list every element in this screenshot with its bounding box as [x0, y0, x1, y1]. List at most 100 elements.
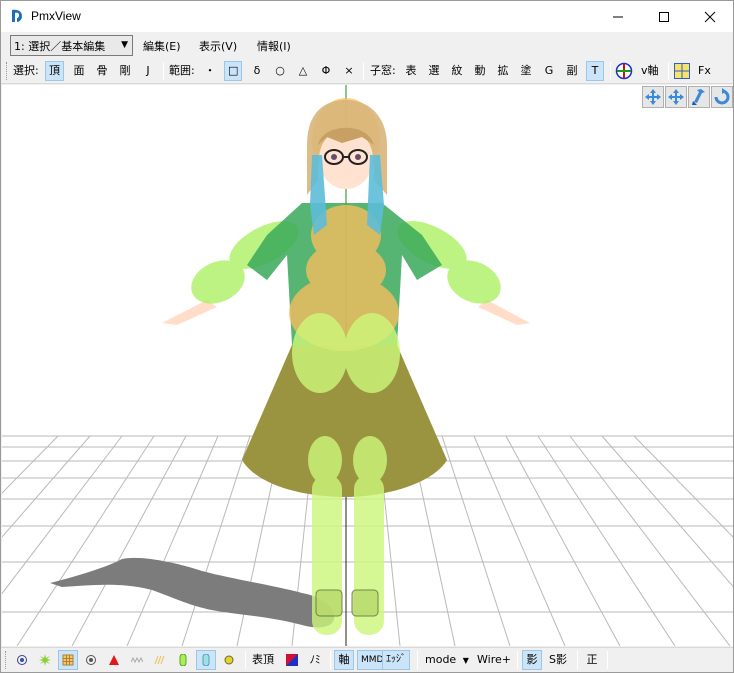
- child-crest-button[interactable]: 紋: [448, 61, 466, 81]
- toolbar-grip[interactable]: [5, 651, 8, 669]
- child-move-button[interactable]: 動: [471, 61, 489, 81]
- show-bone-button[interactable]: [81, 650, 101, 670]
- show-rigid-button[interactable]: [173, 650, 193, 670]
- select-joint-button[interactable]: J: [139, 61, 157, 81]
- bone-dot-icon: [86, 655, 96, 665]
- model-arm-left: [162, 300, 217, 325]
- select-face-button[interactable]: 面: [70, 61, 88, 81]
- wire-button[interactable]: Wire+: [474, 650, 514, 670]
- range-clear-button[interactable]: ×: [340, 61, 358, 81]
- app-icon: [12, 9, 22, 22]
- shadow-button[interactable]: 影: [522, 650, 542, 670]
- rotate-icon: [714, 88, 730, 105]
- chevron-down-icon: ▼: [462, 656, 469, 665]
- range-triangle-button[interactable]: △: [294, 61, 312, 81]
- toolbar-separator: [577, 651, 578, 669]
- range-label: 範囲:: [169, 64, 195, 77]
- wave-icon: [130, 656, 144, 664]
- show-mesh-button[interactable]: [58, 650, 78, 670]
- show-joint-button[interactable]: [196, 650, 216, 670]
- 3d-viewport[interactable]: [2, 85, 733, 646]
- toolbar-separator: [417, 651, 418, 669]
- toolbar-separator: [517, 651, 518, 669]
- model-arm-right: [478, 300, 530, 325]
- child-paint-button[interactable]: 塗: [517, 61, 535, 81]
- select-rigid-button[interactable]: 剛: [116, 61, 134, 81]
- bottom-toolbar: 表頂 ﾉﾐ 軸 MMD ｴｯｼﾞ mode ▼ Wire+ 影 S影 正: [1, 647, 733, 672]
- show-burst-button[interactable]: [35, 650, 55, 670]
- toolbar-separator: [607, 651, 608, 669]
- range-point-button[interactable]: ・: [201, 61, 219, 81]
- app-window: PmxView 1: 選択／基本編集 ▼ 編集(E) 表示(V) 情報(I) 選…: [0, 0, 734, 673]
- show-hair-button[interactable]: [150, 650, 170, 670]
- fx-button[interactable]: Fx: [695, 61, 714, 81]
- child-select-button[interactable]: 選: [425, 61, 443, 81]
- child-table-button[interactable]: 表: [402, 61, 420, 81]
- axis-button[interactable]: 軸: [334, 650, 354, 670]
- select-vertex-button[interactable]: 頂: [45, 61, 64, 81]
- title-bar: PmxView: [1, 1, 733, 32]
- toolbar-separator: [163, 62, 164, 80]
- joint-capsule-icon: [202, 653, 210, 667]
- toolbar-separator: [330, 651, 331, 669]
- grid-view-button[interactable]: [673, 61, 691, 81]
- chevron-down-icon: ▼: [121, 40, 128, 50]
- child-t-button[interactable]: T: [586, 61, 604, 81]
- move-arrows-icon: [645, 89, 661, 105]
- axis-toggle-button[interactable]: [614, 61, 634, 81]
- child-scale-button[interactable]: 拡: [494, 61, 512, 81]
- mode-dropdown[interactable]: mode ▼: [422, 650, 472, 670]
- table-vertex-button[interactable]: 表頂: [249, 650, 277, 670]
- toolbar-grip[interactable]: [6, 62, 9, 80]
- only-button[interactable]: ﾉﾐ: [305, 650, 325, 670]
- minimize-icon: [613, 16, 623, 17]
- range-circle-button[interactable]: ○: [271, 61, 289, 81]
- menu-info[interactable]: 情報(I): [257, 38, 291, 54]
- self-shadow-button[interactable]: S影: [546, 650, 570, 670]
- maximize-button[interactable]: [641, 1, 687, 32]
- range-delta-button[interactable]: δ: [248, 61, 266, 81]
- soft-body-icon: [224, 655, 234, 665]
- minimize-button[interactable]: [595, 1, 641, 32]
- toolbar-separator: [363, 62, 364, 80]
- front-view-button[interactable]: 正: [582, 650, 602, 670]
- menu-edit[interactable]: 編集(E): [143, 38, 181, 54]
- range-rect-button[interactable]: □: [224, 61, 243, 81]
- model-shadow: [50, 557, 335, 628]
- maximize-icon: [659, 11, 669, 22]
- toolbar-separator: [610, 62, 611, 80]
- burst-icon: [39, 654, 51, 666]
- menu-view[interactable]: 表示(V): [199, 38, 237, 54]
- toolbar-separator: [245, 651, 246, 669]
- select-label: 選択:: [13, 64, 39, 77]
- camera-nav-buttons: [642, 86, 733, 108]
- show-vertex-button[interactable]: [12, 650, 32, 670]
- axis-gizmo-icon: [615, 62, 633, 80]
- show-ik-button[interactable]: [104, 650, 124, 670]
- vertex-dot-icon: [17, 655, 27, 665]
- color-swatch-button[interactable]: [282, 650, 302, 670]
- color-swatch-icon: [286, 654, 298, 666]
- edit-mode-select[interactable]: 1: 選択／基本編集 ▼: [10, 35, 133, 56]
- select-bone-button[interactable]: 骨: [93, 61, 111, 81]
- edge-button[interactable]: ｴｯｼﾞ: [382, 650, 410, 670]
- zoom-arrow-icon: [692, 89, 705, 105]
- range-phi-button[interactable]: Φ: [317, 61, 335, 81]
- zoom-button[interactable]: [688, 86, 710, 108]
- pan-xy-button[interactable]: [642, 86, 664, 108]
- close-icon: [704, 11, 716, 22]
- move-arrows-icon: [668, 89, 684, 105]
- toolbar-separator: [668, 62, 669, 80]
- child-sub-button[interactable]: 副: [563, 61, 581, 81]
- child-window-label: 子窓:: [370, 64, 396, 77]
- v-axis-button[interactable]: v軸: [638, 61, 662, 81]
- close-button[interactable]: [687, 1, 733, 32]
- child-group-button[interactable]: G: [540, 61, 558, 81]
- show-soft-button[interactable]: [219, 650, 239, 670]
- rotate-button[interactable]: [711, 86, 733, 108]
- show-wave-button[interactable]: [127, 650, 147, 670]
- hair-strand-icon: [154, 655, 165, 665]
- pan-xz-button[interactable]: [665, 86, 687, 108]
- menu-bar: 1: 選択／基本編集 ▼ 編集(E) 表示(V) 情報(I): [1, 32, 733, 58]
- red-triangle-icon: [109, 655, 119, 665]
